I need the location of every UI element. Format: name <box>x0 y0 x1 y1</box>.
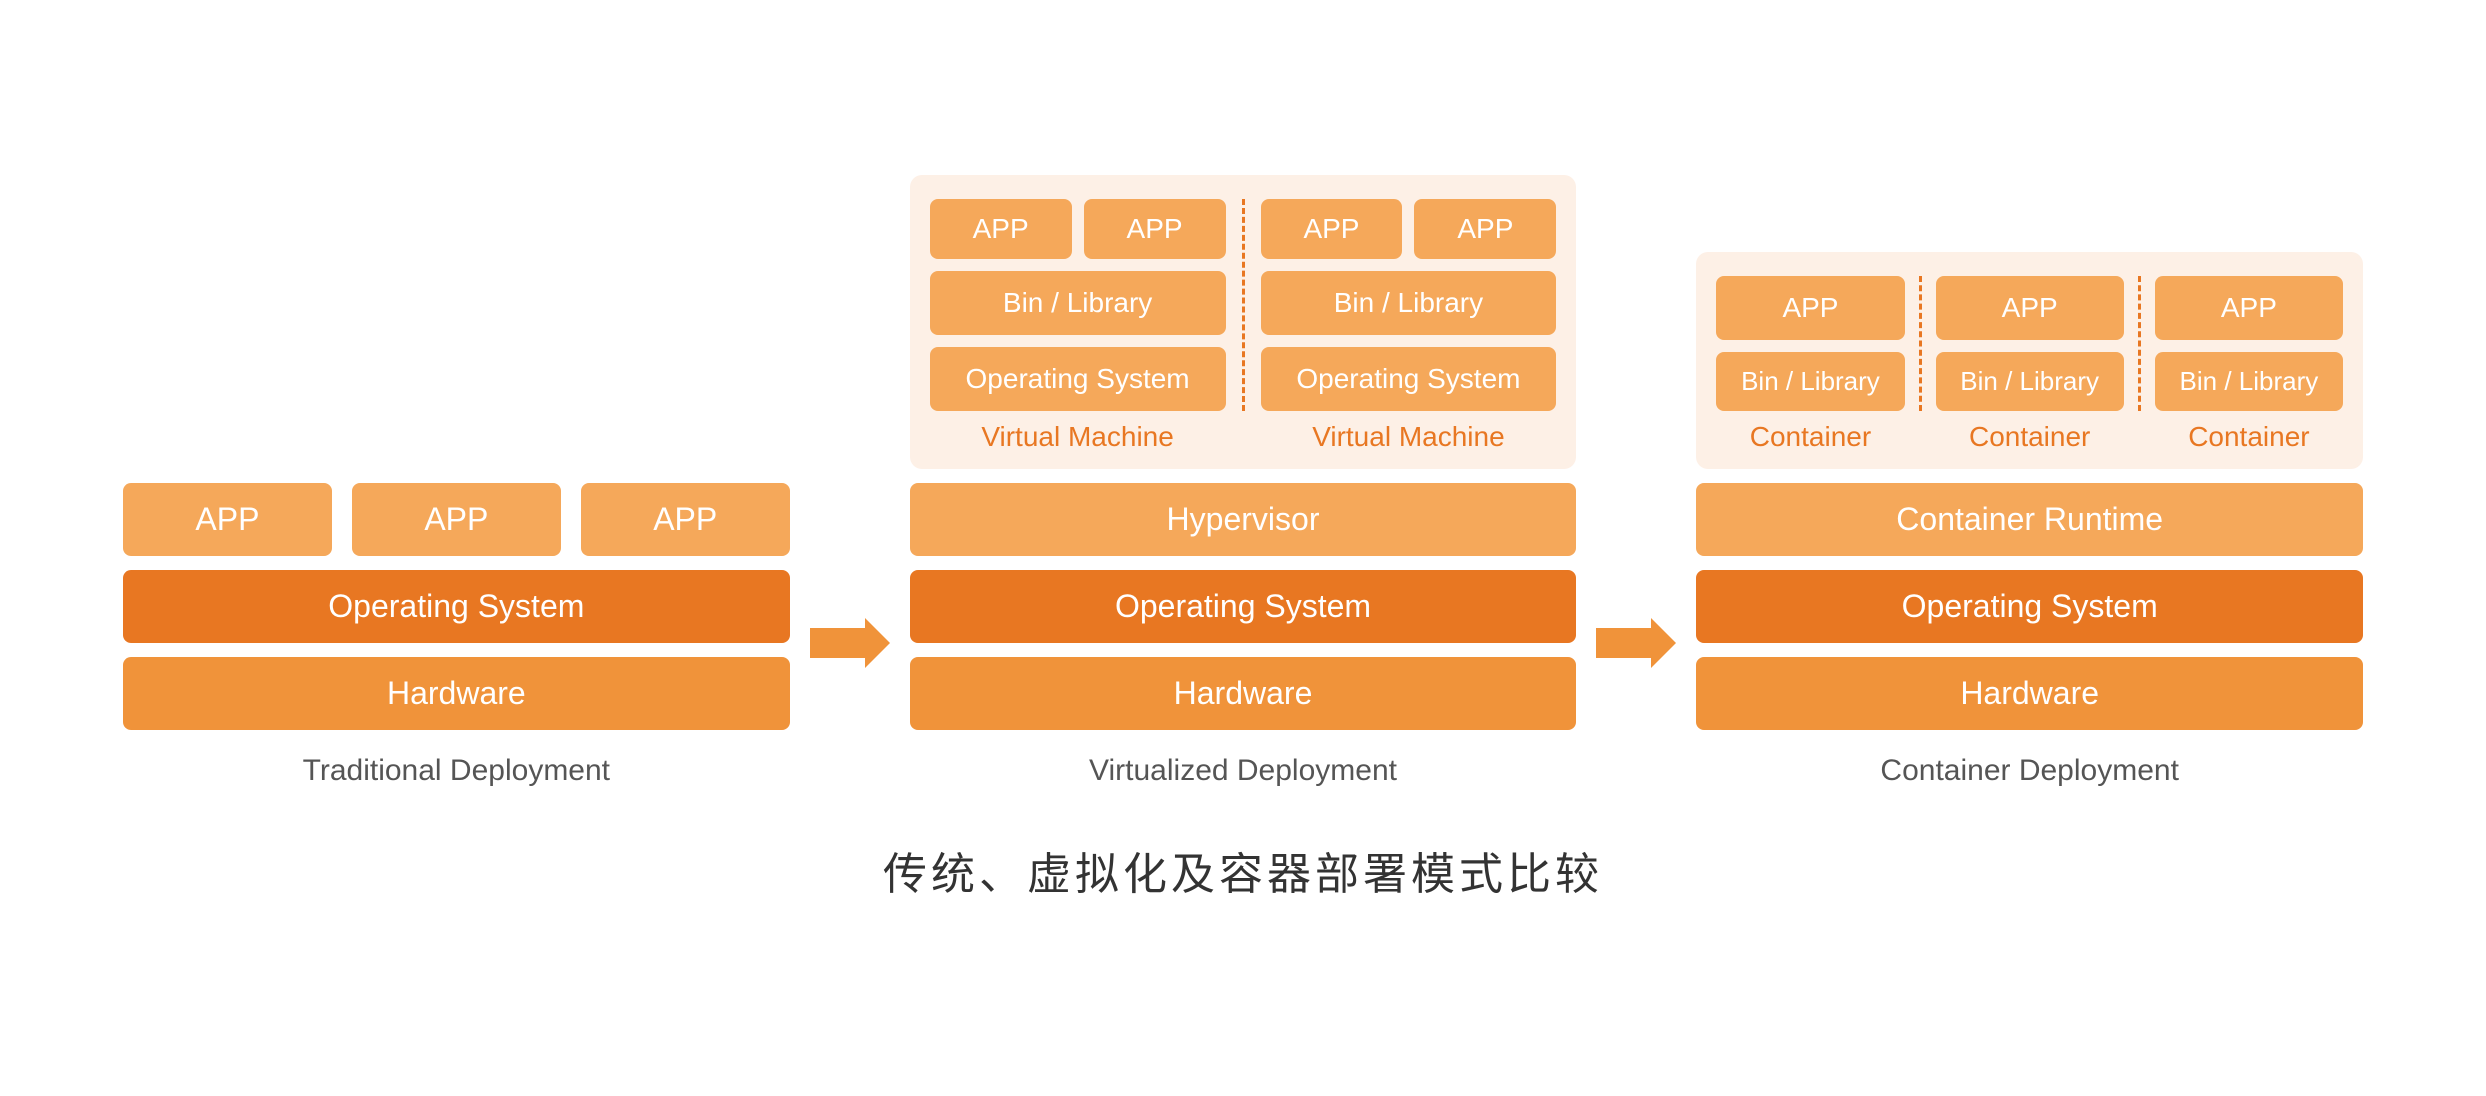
virt-os: Operating System <box>910 570 1577 643</box>
container-labels-row: Container Container Container <box>1716 411 2343 453</box>
vm1-col: APP APP Bin / Library Operating System <box>930 199 1226 411</box>
container-label: Container Deployment <box>1880 754 2179 788</box>
virt-label: Virtualized Deployment <box>1089 754 1397 788</box>
virt-hardware: Hardware <box>910 657 1577 730</box>
vm2-col: APP APP Bin / Library Operating System <box>1261 199 1557 411</box>
virtualized-col: APP APP Bin / Library Operating System A… <box>910 175 1577 788</box>
trad-apps-row: APP APP APP <box>123 483 790 556</box>
container-inner: APP Bin / Library APP Bin / Library APP <box>1716 276 2343 411</box>
vm-inner: APP APP Bin / Library Operating System A… <box>930 199 1557 411</box>
c2-bin: Bin / Library <box>1936 352 2124 411</box>
container-runtime: Container Runtime <box>1696 483 2363 556</box>
virt-hypervisor: Hypervisor <box>910 483 1577 556</box>
trad-hardware: Hardware <box>123 657 790 730</box>
c3-label: Container <box>2155 421 2343 453</box>
diagram-subtitle: 传统、虚拟化及容器部署模式比较 <box>123 838 2363 902</box>
vm-container: APP APP Bin / Library Operating System A… <box>910 175 1577 469</box>
vm1-os: Operating System <box>930 347 1226 411</box>
vm2-bin: Bin / Library <box>1261 271 1557 335</box>
c1-label: Container <box>1716 421 1904 453</box>
c2-app: APP <box>1936 276 2124 340</box>
container-col: APP Bin / Library APP Bin / Library APP <box>1696 252 2363 788</box>
trad-app-3: APP <box>581 483 790 556</box>
c3-app: APP <box>2155 276 2343 340</box>
trad-os: Operating System <box>123 570 790 643</box>
c1-bin: Bin / Library <box>1716 352 1904 411</box>
container-hardware: Hardware <box>1696 657 2363 730</box>
c2-c3-divider <box>2138 276 2141 411</box>
vm1-app2: APP <box>1084 199 1226 259</box>
vm1-label: Virtual Machine <box>930 421 1226 453</box>
c2-label: Container <box>1936 421 2124 453</box>
c1-c2-divider <box>1919 276 1922 411</box>
columns: APP APP APP Operating System Hardware Tr… <box>123 175 2363 788</box>
trad-label: Traditional Deployment <box>303 754 610 788</box>
arrow-1 <box>790 618 910 788</box>
vm1-app1: APP <box>930 199 1072 259</box>
vm2-app2: APP <box>1414 199 1556 259</box>
c3-col: APP Bin / Library <box>2155 276 2343 411</box>
vm2-os: Operating System <box>1261 347 1557 411</box>
vm1-bin: Bin / Library <box>930 271 1226 335</box>
trad-app-2: APP <box>352 483 561 556</box>
traditional-col: APP APP APP Operating System Hardware Tr… <box>123 483 790 788</box>
vm2-app1: APP <box>1261 199 1403 259</box>
vm-divider <box>1242 199 1245 411</box>
c2-col: APP Bin / Library <box>1936 276 2124 411</box>
arrow-2 <box>1576 618 1696 788</box>
c1-app: APP <box>1716 276 1904 340</box>
vm2-label: Virtual Machine <box>1261 421 1557 453</box>
c3-bin: Bin / Library <box>2155 352 2343 411</box>
container-os: Operating System <box>1696 570 2363 643</box>
trad-app-1: APP <box>123 483 332 556</box>
diagram-wrapper: APP APP APP Operating System Hardware Tr… <box>43 115 2443 982</box>
container-outer: APP Bin / Library APP Bin / Library APP <box>1696 252 2363 469</box>
c1-col: APP Bin / Library <box>1716 276 1904 411</box>
vm-labels-row: Virtual Machine Virtual Machine <box>930 411 1557 453</box>
